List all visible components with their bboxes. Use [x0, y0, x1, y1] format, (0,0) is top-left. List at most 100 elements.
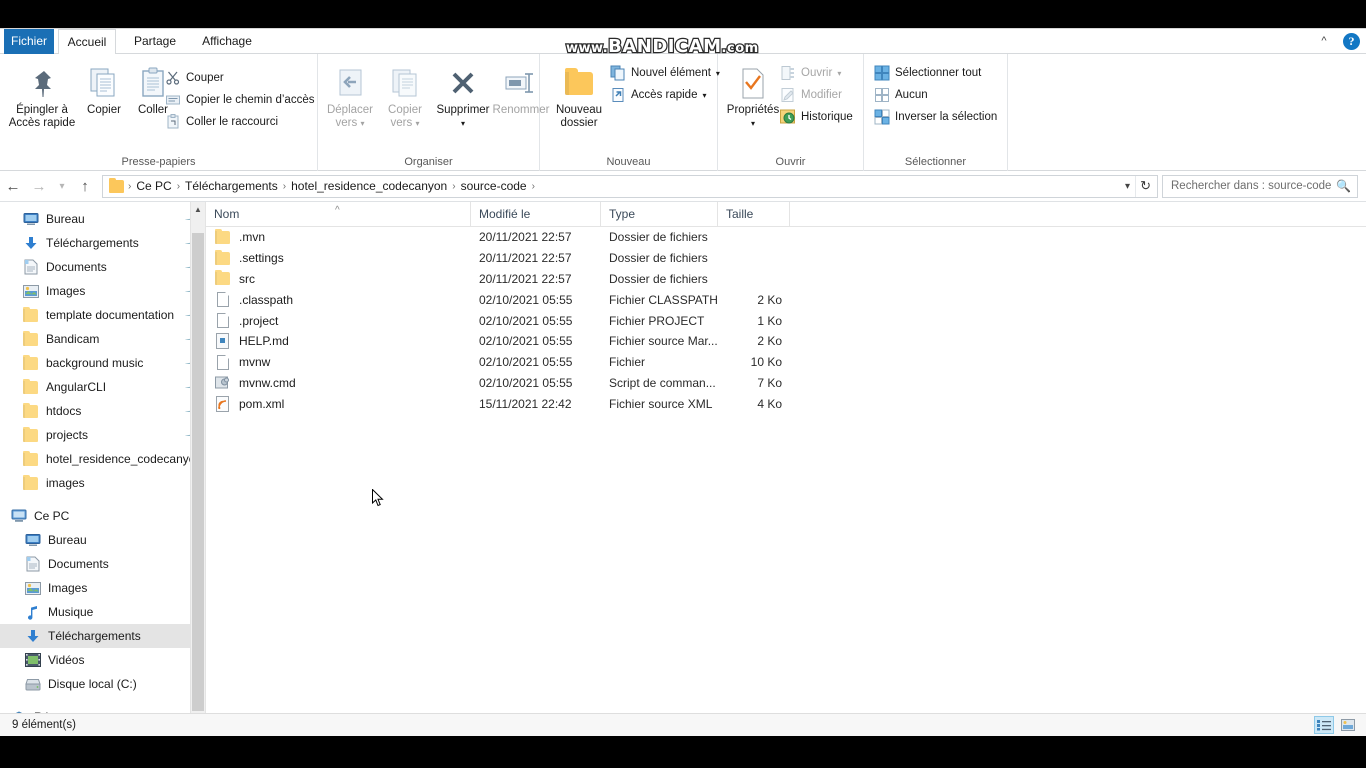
- details-view-icon[interactable]: [1314, 716, 1334, 734]
- sidebar-item-template-documentation[interactable]: template documentation📌: [0, 303, 205, 327]
- sidebar-item-projects[interactable]: projects📌: [0, 423, 205, 447]
- address-dropdown-button[interactable]: ▾: [1120, 176, 1135, 197]
- sidebar-item-bureau[interactable]: Bureau📌: [0, 207, 205, 231]
- file-name: .project: [239, 313, 279, 328]
- sidebar-item-disque-local-c-[interactable]: Disque local (C:): [0, 672, 205, 696]
- breadcrumb-item-ce-pc[interactable]: Ce PC: [132, 179, 175, 193]
- tab-fichier[interactable]: Fichier: [4, 29, 54, 54]
- sidebar-item-t-l-chargements[interactable]: Téléchargements: [0, 624, 205, 648]
- sidebar-item-hotel-residence-codecanyon[interactable]: hotel_residence_codecanyon: [0, 447, 205, 471]
- table-row[interactable]: mvnw 02/10/2021 05:55 Fichier 10 Ko: [206, 352, 1366, 373]
- tab-affichage[interactable]: Affichage: [192, 29, 262, 54]
- select-all-button[interactable]: Sélectionner tout: [874, 65, 981, 81]
- copy-button[interactable]: Copier: [78, 62, 130, 117]
- invert-selection-button[interactable]: Inverser la sélection: [874, 109, 997, 125]
- tab-partage[interactable]: Partage: [124, 29, 186, 54]
- column-header-modifie-le[interactable]: Modifié le: [471, 202, 601, 227]
- sidebar-item-label: projects: [46, 428, 89, 442]
- sidebar-item-t-l-chargements[interactable]: Téléchargements📌: [0, 231, 205, 255]
- copy-to-label-line1: Copier: [388, 104, 422, 116]
- column-header-taille[interactable]: Taille: [718, 202, 790, 227]
- edit-button[interactable]: Modifier: [780, 87, 842, 103]
- forward-button[interactable]: →: [26, 173, 52, 199]
- new-item-button[interactable]: Nouvel élément ▾: [610, 65, 720, 81]
- copy-to-button[interactable]: Copier vers ▾: [378, 62, 432, 130]
- tab-accueil[interactable]: Accueil: [58, 29, 116, 54]
- group-label-select: Sélectionner: [904, 156, 967, 168]
- table-row[interactable]: HELP.md 02/10/2021 05:55 Fichier source Ma…: [206, 331, 1366, 352]
- large-icons-view-icon[interactable]: [1338, 716, 1358, 734]
- sidebar-item-vid-os[interactable]: Vidéos: [0, 648, 205, 672]
- new-folder-button[interactable]: Nouveau dossier: [544, 62, 614, 130]
- folder-icon: [109, 177, 124, 193]
- recent-locations-button[interactable]: ▾: [52, 173, 72, 199]
- sidebar-item-documents[interactable]: Documents: [0, 552, 205, 576]
- breadcrumb-item-telechargements[interactable]: Téléchargements: [181, 179, 282, 193]
- table-row[interactable]: mvnw.cmd 02/10/2021 05:55 Script de comman…: [206, 373, 1366, 394]
- refresh-button[interactable]: ↻: [1135, 175, 1155, 197]
- cell-name: mvnw: [206, 354, 471, 371]
- sidebar-item-bandicam[interactable]: Bandicam📌: [0, 327, 205, 351]
- sidebar-scrollbar[interactable]: ▲ ▼: [190, 202, 205, 736]
- file-name: .settings: [239, 251, 284, 266]
- sidebar-item-bureau[interactable]: Bureau: [0, 528, 205, 552]
- sidebar-item-images[interactable]: Images: [0, 576, 205, 600]
- table-row[interactable]: src 20/11/2021 22:57 Dossier de fichiers: [206, 269, 1366, 290]
- open-icon: [780, 65, 796, 81]
- scissors-icon: [165, 70, 181, 86]
- pin-label-line2: Accès rapide: [8, 117, 76, 129]
- table-row[interactable]: pom.xml 15/11/2021 22:42 Fichier source XM…: [206, 393, 1366, 414]
- history-button[interactable]: Historique: [780, 109, 853, 125]
- sidebar-item-background-music[interactable]: background music📌: [0, 351, 205, 375]
- breadcrumb-item-source-code[interactable]: source-code: [457, 179, 531, 193]
- paste-shortcut-button[interactable]: Coller le raccourci: [165, 114, 278, 130]
- view-mode-buttons: [1314, 714, 1358, 736]
- up-button[interactable]: ↑: [72, 173, 98, 199]
- breadcrumb-bar[interactable]: › Ce PC › Téléchargements › hotel_reside…: [102, 174, 1158, 198]
- scroll-up-icon[interactable]: ▲: [191, 202, 205, 217]
- sidebar-item-images[interactable]: images: [0, 471, 205, 495]
- breadcrumb-item-hotel-residence-codecanyon[interactable]: hotel_residence_codecanyon: [287, 179, 451, 193]
- table-row[interactable]: .mvn 20/11/2021 22:57 Dossier de fichiers: [206, 227, 1366, 248]
- sidebar-item-documents[interactable]: Documents📌: [0, 255, 205, 279]
- chevron-up-icon[interactable]: ^: [1315, 31, 1333, 51]
- pin-to-quick-access-button[interactable]: Épingler à Accès rapide: [4, 62, 80, 130]
- properties-label: Propriétés: [726, 104, 780, 116]
- quick-access-list: Bureau📌Téléchargements📌Documents📌Images📌…: [0, 207, 205, 495]
- sidebar-item-label: background music: [46, 356, 144, 370]
- desktop-icon: [24, 532, 41, 549]
- quick-access-icon: [610, 87, 626, 103]
- open-button[interactable]: Ouvrir ▾: [780, 65, 841, 81]
- cell-type: Dossier de fichiers: [609, 230, 708, 245]
- copy-path-button[interactable]: Copier le chemin d’accès: [165, 92, 314, 108]
- table-row[interactable]: .settings 20/11/2021 22:57 Dossier de fich…: [206, 248, 1366, 269]
- column-header-nom[interactable]: Nom ^: [206, 202, 471, 227]
- properties-button[interactable]: Propriétés ▾: [722, 62, 784, 130]
- search-input[interactable]: Rechercher dans : source-code 🔍: [1162, 174, 1358, 198]
- file-name: pom.xml: [239, 396, 285, 411]
- delete-button[interactable]: Supprimer ▾: [434, 62, 492, 130]
- sidebar-item-htdocs[interactable]: htdocs📌: [0, 399, 205, 423]
- cell-modified: 02/10/2021 05:55: [479, 313, 573, 328]
- ribbon: Épingler à Accès rapide Copier Coller Co…: [0, 54, 1366, 171]
- move-to-button[interactable]: Déplacer vers ▾: [322, 62, 378, 130]
- folder-icon: [214, 249, 231, 267]
- folder-icon: [214, 270, 231, 287]
- screen: www.BANDICAM.com Fichier Accueil Partage…: [0, 0, 1366, 768]
- scrollbar-thumb[interactable]: [192, 233, 204, 711]
- column-header-type[interactable]: Type: [601, 202, 718, 227]
- cut-button[interactable]: Couper: [165, 70, 224, 86]
- table-row[interactable]: .project 02/10/2021 05:55 Fichier PROJECT 1…: [206, 310, 1366, 331]
- help-icon[interactable]: ?: [1343, 32, 1360, 50]
- table-row[interactable]: .classpath 02/10/2021 05:55 Fichier CLASSP…: [206, 289, 1366, 310]
- sidebar-item-ce-pc[interactable]: Ce PC: [0, 504, 205, 528]
- back-button[interactable]: ←: [0, 173, 26, 199]
- easy-access-button[interactable]: Accès rapide ▾: [610, 87, 707, 103]
- sidebar-item-musique[interactable]: Musique: [0, 600, 205, 624]
- cell-name: .project: [206, 312, 471, 329]
- sidebar-item-images[interactable]: Images📌: [0, 279, 205, 303]
- sidebar-item-angularcli[interactable]: AngularCLI📌: [0, 375, 205, 399]
- select-none-button[interactable]: Aucun: [874, 87, 928, 103]
- delete-x-icon: [434, 62, 492, 104]
- edit-icon: [780, 87, 796, 103]
